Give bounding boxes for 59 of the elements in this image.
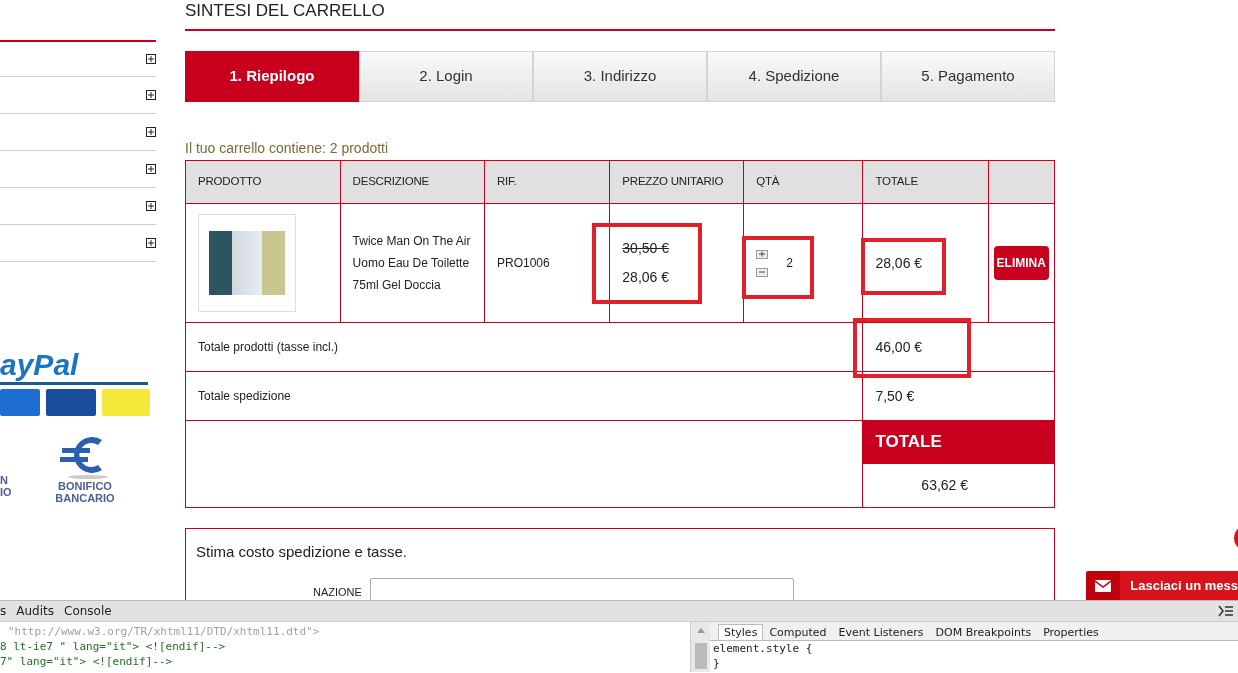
styles-tab[interactable]: Properties <box>1037 624 1105 640</box>
summary-label: Totale spedizione <box>185 371 863 421</box>
product-ref: PRO1006 <box>484 203 610 323</box>
step-tab[interactable]: 1. Riepilogo <box>185 51 359 102</box>
summary-value: 46,00 € <box>862 322 1055 372</box>
style-rule-line: } <box>713 656 721 671</box>
estimate-title: Stima costo spedizione e tasse. <box>196 542 408 562</box>
plus-icon <box>758 251 767 258</box>
code-line: 8 lt-ie7 " lang="it"> <![endif]--> <box>0 639 227 654</box>
envelope-icon <box>1086 571 1121 600</box>
styles-tab[interactable]: Styles <box>718 624 764 640</box>
paypal-logo: ayPal <box>0 348 148 385</box>
expand-icon[interactable] <box>146 238 156 248</box>
summary-label: Totale prodotti (tasse incl.) <box>185 322 863 372</box>
styles-tab[interactable]: Computed <box>763 624 833 640</box>
code-line: "http://www.w3.org/TR/xhtml11/DTD/xhtml11.dtd"> <box>7 624 321 639</box>
page-title: SINTESI DEL CARRELLO <box>185 0 1055 31</box>
scrollbar[interactable] <box>690 622 710 672</box>
style-rule-line: element.style { <box>713 641 814 656</box>
delete-button[interactable]: ELIMINA <box>993 246 1049 280</box>
devtools-tab[interactable]: Console <box>64 602 112 620</box>
minus-icon <box>758 269 767 276</box>
step-tab[interactable]: 2. Login <box>359 51 533 102</box>
field-label: NAZIONE <box>313 584 362 600</box>
chat-button[interactable]: Lasciaci un mess <box>1086 571 1238 600</box>
expand-icon[interactable] <box>146 54 156 64</box>
grand-total-value: 63,62 € <box>862 463 1055 508</box>
styles-tab[interactable]: Event Listeners <box>832 624 930 640</box>
decrease-button[interactable] <box>756 267 769 277</box>
devtools-tab[interactable]: Audits <box>16 602 54 620</box>
increase-button[interactable] <box>756 249 769 259</box>
expand-icon[interactable] <box>146 90 156 100</box>
column-header: QTÀ <box>743 160 863 204</box>
code-line: 7" lang="it"> <![endif]--> <box>0 654 174 669</box>
column-header: TOTALE <box>862 160 989 204</box>
product-description: Twice Man On The Air Uomo Eau De Toilette 75ml Gel Doccia <box>340 203 485 323</box>
dock-icon[interactable] <box>1218 605 1234 617</box>
column-header: PREZZO UNITARIO <box>609 160 744 204</box>
expand-icon[interactable] <box>146 127 156 137</box>
cart-count-text: Il tuo carrello contiene: 2 prodotti <box>185 139 390 158</box>
step-tab[interactable]: 3. Indirizzo <box>533 51 707 102</box>
expand-icon[interactable] <box>146 201 156 211</box>
logo-caption: N IO <box>0 474 12 500</box>
bank-transfer-label: BONIFICO BANCARIO <box>54 480 116 504</box>
column-header: RIF. <box>484 160 610 204</box>
old-price: 30,50 € <box>622 239 671 258</box>
line-total: 28,06 € <box>862 203 989 323</box>
summary-value: 7,50 € <box>862 371 1055 421</box>
quantity-value: 2 <box>786 255 793 272</box>
grand-total-label: TOTALE <box>862 420 1055 464</box>
step-tab[interactable]: 4. Spedizione <box>707 51 881 102</box>
devtools-tab[interactable]: s <box>0 602 7 620</box>
column-header: DESCRIZIONE <box>340 160 485 204</box>
expand-icon[interactable] <box>146 164 156 174</box>
step-tab[interactable]: 5. Pagamento <box>881 51 1055 102</box>
unit-price: 28,06 € <box>622 268 671 287</box>
styles-tab[interactable]: DOM Breakpoints <box>929 624 1038 640</box>
column-header: PRODOTTO <box>185 160 341 204</box>
country-field[interactable] <box>369 577 794 600</box>
